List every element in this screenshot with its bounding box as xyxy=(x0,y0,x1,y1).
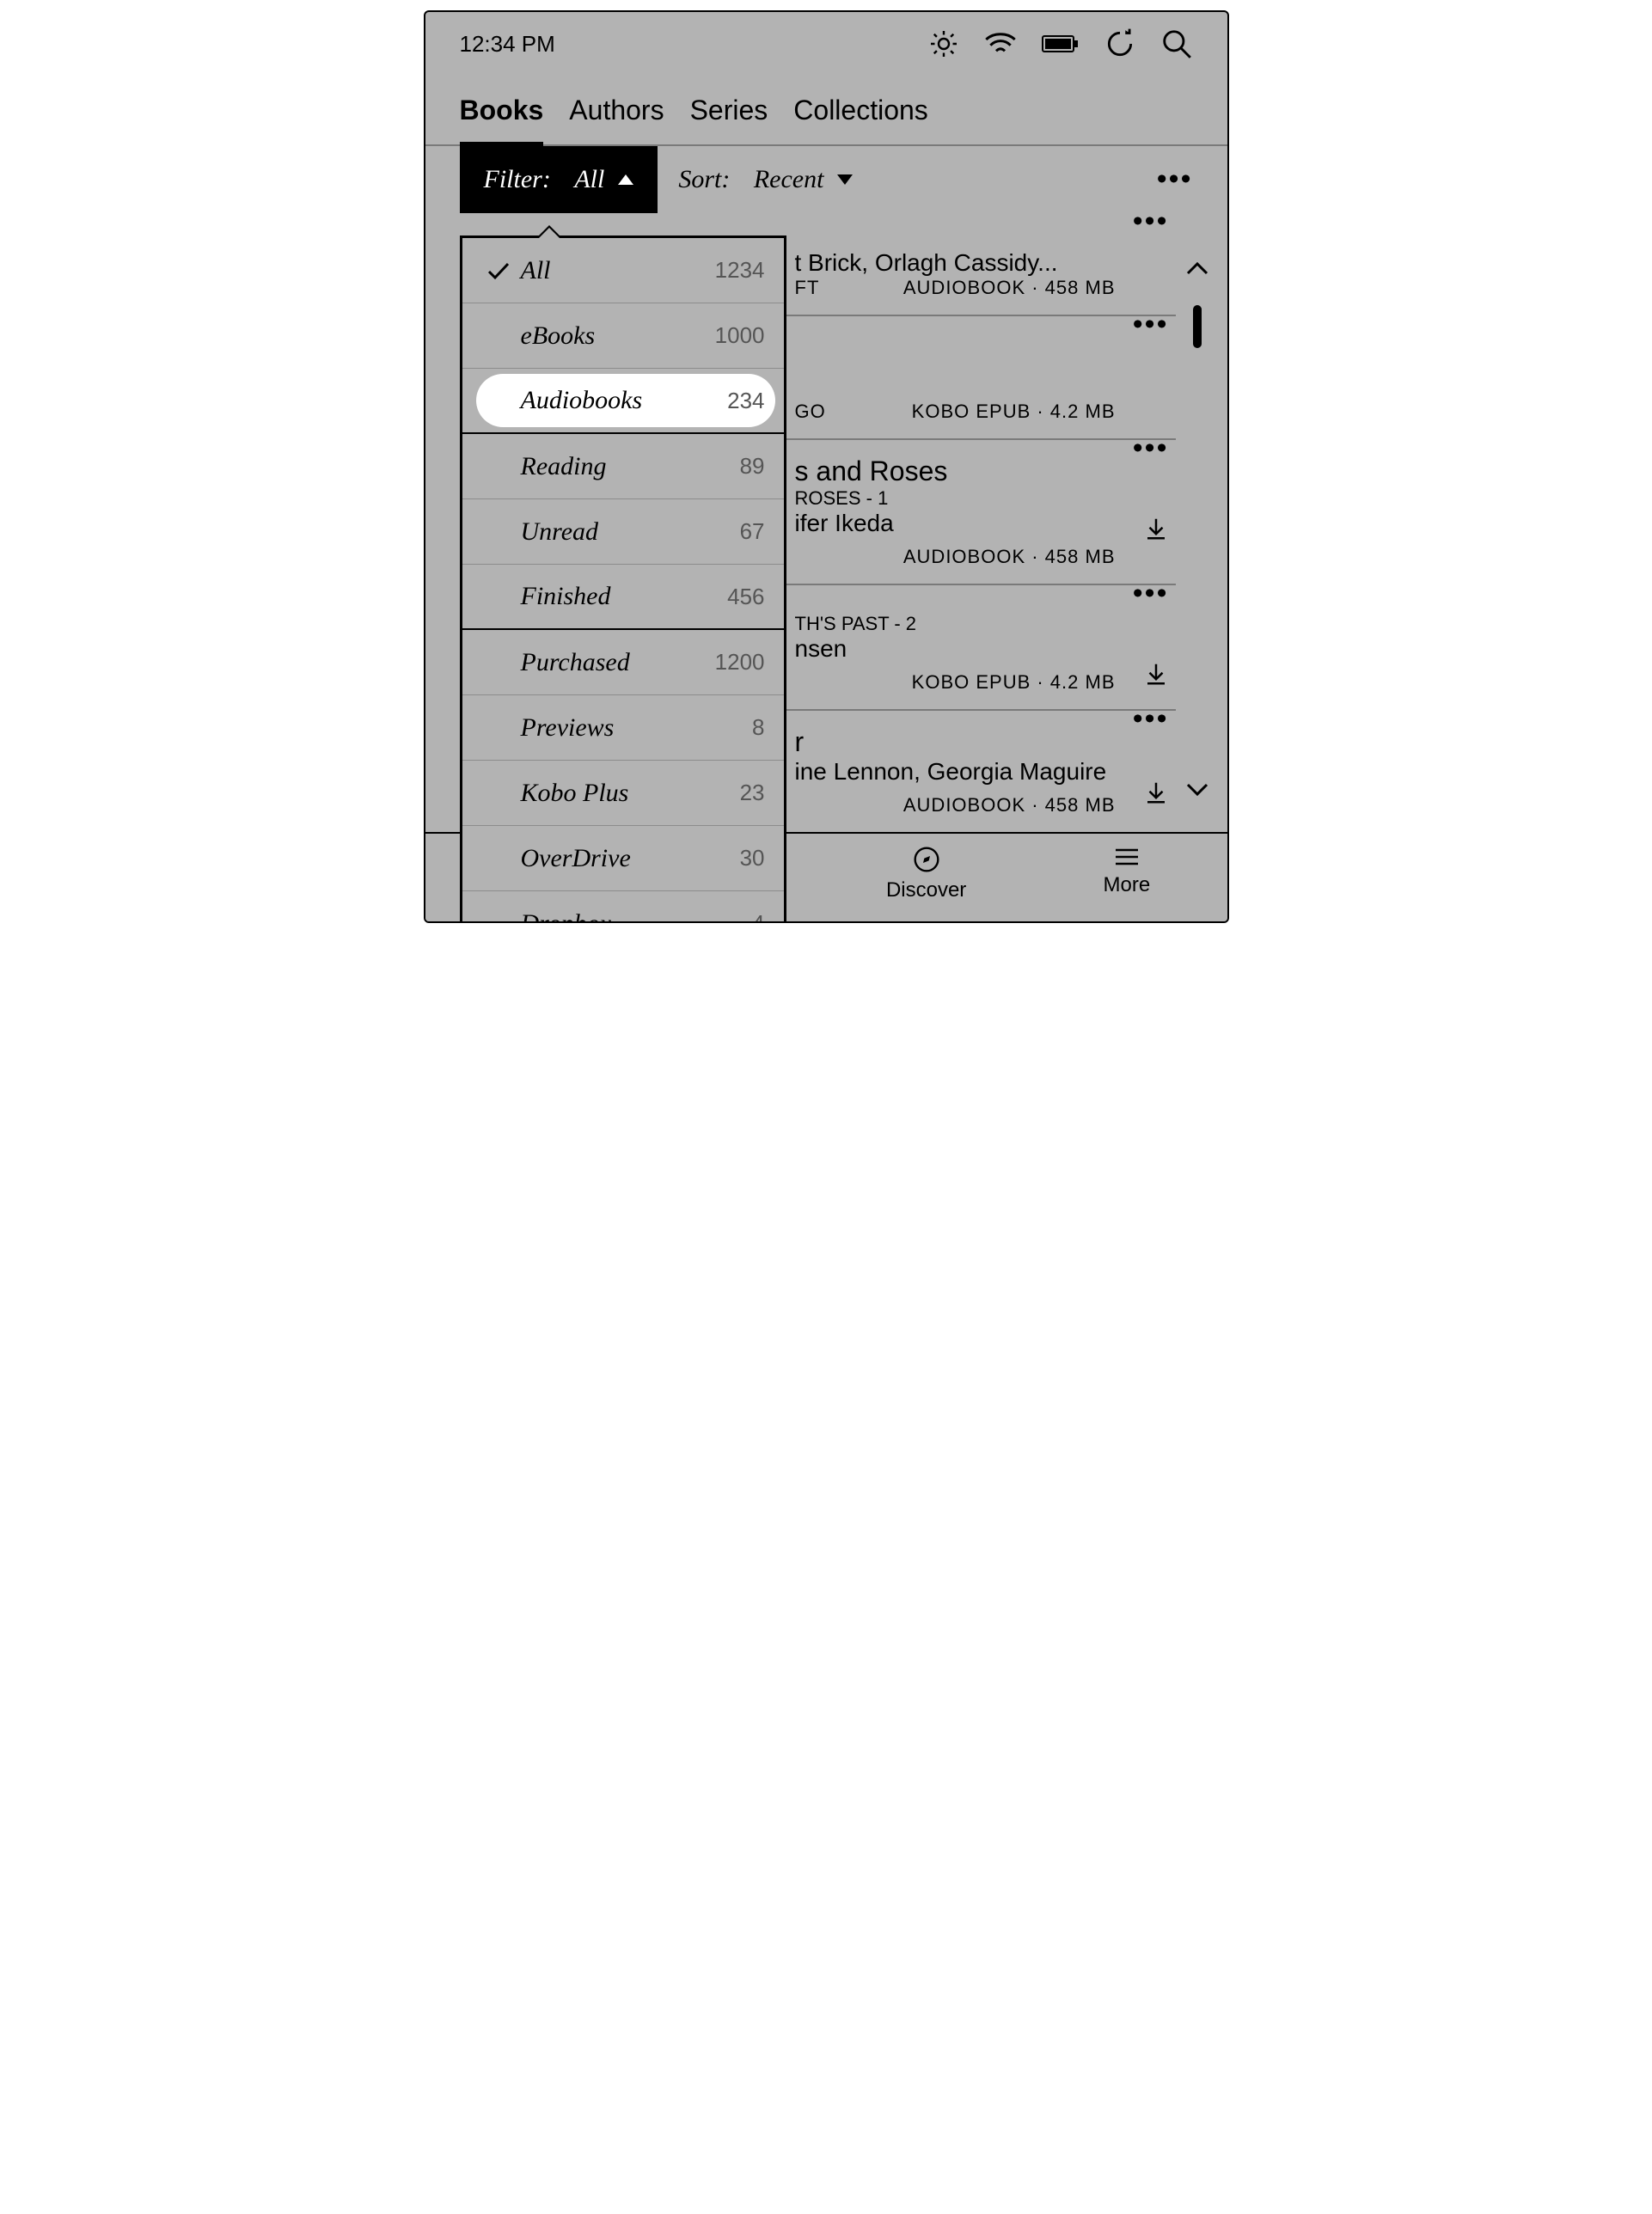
filter-option-unread[interactable]: Unread67 xyxy=(462,499,784,565)
filter-option-label: Purchased xyxy=(516,648,715,677)
book-left-meta: FT xyxy=(795,277,820,299)
search-icon[interactable] xyxy=(1160,28,1193,60)
row-more-button[interactable]: ••• xyxy=(1133,590,1169,597)
chevron-up-icon xyxy=(618,174,633,185)
nav-label: More xyxy=(1104,873,1151,897)
filter-label-prefix: Filter: xyxy=(484,165,551,194)
chevron-up-icon[interactable] xyxy=(1186,261,1208,279)
filter-option-count: 4 xyxy=(752,910,764,923)
download-icon[interactable] xyxy=(1143,661,1169,691)
filter-option-label: Finished xyxy=(516,582,728,611)
filter-option-count: 1200 xyxy=(715,649,765,676)
brightness-icon[interactable] xyxy=(928,28,959,59)
toolbar-more-button[interactable]: ••• xyxy=(1157,175,1193,184)
filter-option-label: OverDrive xyxy=(516,844,740,873)
sort-label-prefix: Sort: xyxy=(678,165,730,194)
filter-option-audiobooks[interactable]: Audiobooks234 xyxy=(462,369,784,434)
filter-option-count: 456 xyxy=(727,584,764,610)
row-more-button[interactable]: ••• xyxy=(1133,445,1169,452)
tab-authors[interactable]: Authors xyxy=(569,95,664,144)
filter-option-count: 23 xyxy=(740,780,765,806)
chevron-down-icon[interactable] xyxy=(1186,783,1208,801)
status-time: 12:34 PM xyxy=(460,31,555,58)
row-more-button[interactable]: ••• xyxy=(1133,321,1169,328)
scroll-thumb[interactable] xyxy=(1193,305,1202,348)
book-title: s and Roses xyxy=(795,456,1176,487)
sort-label-value: Recent xyxy=(754,165,824,194)
status-bar: 12:34 PM xyxy=(425,12,1227,69)
filter-option-count: 67 xyxy=(740,518,765,545)
filter-option-count: 30 xyxy=(740,845,765,872)
book-narrators: ifer Ikeda xyxy=(795,510,1176,537)
filter-button[interactable]: Filter: All xyxy=(460,146,658,213)
status-icons xyxy=(928,28,1193,60)
filter-option-count: 89 xyxy=(740,453,765,480)
nav-label: Discover xyxy=(886,878,966,902)
filter-option-dropbox[interactable]: Dropbox4 xyxy=(462,891,784,923)
filter-option-all[interactable]: All1234 xyxy=(462,238,784,303)
chevron-down-icon xyxy=(837,174,853,185)
filter-option-count: 1000 xyxy=(715,322,765,349)
filter-option-label: Previews xyxy=(516,713,753,743)
list-scrollbar[interactable] xyxy=(1184,261,1210,801)
filter-option-label: eBooks xyxy=(516,321,715,351)
book-narrators: ine Lennon, Georgia Maguire xyxy=(795,758,1176,786)
book-right-meta: KOBO EPUB · 4.2 MB xyxy=(912,401,1116,423)
filter-option-label: Audiobooks xyxy=(516,386,728,415)
book-series: TH'S PAST - 2 xyxy=(795,613,1176,635)
filter-option-count: 1234 xyxy=(715,257,765,284)
filter-dropdown: All1234eBooks1000Audiobooks234Reading89U… xyxy=(460,235,786,923)
tab-books[interactable]: Books xyxy=(460,95,544,146)
list-toolbar: Filter: All Sort: Recent ••• xyxy=(425,146,1227,213)
filter-option-overdrive[interactable]: OverDrive30 xyxy=(462,826,784,891)
book-title: r xyxy=(795,726,1176,758)
filter-label-value: All xyxy=(574,165,604,194)
filter-option-label: Reading xyxy=(516,452,740,481)
filter-option-reading[interactable]: Reading89 xyxy=(462,434,784,499)
filter-option-label: Dropbox xyxy=(516,909,753,924)
filter-option-kobo-plus[interactable]: Kobo Plus23 xyxy=(462,761,784,826)
filter-option-label: Unread xyxy=(516,517,740,547)
filter-option-ebooks[interactable]: eBooks1000 xyxy=(462,303,784,369)
book-left-meta: GO xyxy=(795,401,826,423)
filter-option-label: All xyxy=(516,256,715,285)
filter-option-previews[interactable]: Previews8 xyxy=(462,695,784,761)
book-right-meta: KOBO EPUB · 4.2 MB xyxy=(795,671,1176,694)
nav-more[interactable]: More xyxy=(1026,834,1227,921)
download-icon[interactable] xyxy=(1143,516,1169,546)
book-narrators: t Brick, Orlagh Cassidy... xyxy=(795,249,1176,277)
compass-icon xyxy=(913,846,940,873)
view-tabs: Books Authors Series Collections xyxy=(425,69,1227,146)
battery-icon[interactable] xyxy=(1042,34,1080,54)
book-narrators: nsen xyxy=(795,635,1176,663)
filter-option-label: Kobo Plus xyxy=(516,779,740,808)
nav-discover[interactable]: Discover xyxy=(826,834,1026,921)
filter-option-finished[interactable]: Finished456 xyxy=(462,565,784,630)
sort-button[interactable]: Sort: Recent xyxy=(658,146,873,213)
filter-option-purchased[interactable]: Purchased1200 xyxy=(462,630,784,695)
download-icon[interactable] xyxy=(1143,780,1169,810)
device-frame: 12:34 PM xyxy=(424,10,1229,923)
book-right-meta: AUDIOBOOK · 458 MB xyxy=(903,277,1116,299)
row-more-button[interactable]: ••• xyxy=(1133,716,1169,723)
sync-icon[interactable] xyxy=(1104,28,1136,60)
tab-collections[interactable]: Collections xyxy=(793,95,928,144)
check-icon xyxy=(481,261,516,280)
filter-option-count: 234 xyxy=(727,388,764,414)
book-right-meta: AUDIOBOOK · 458 MB xyxy=(795,546,1176,568)
wifi-icon[interactable] xyxy=(983,31,1018,57)
tab-series[interactable]: Series xyxy=(690,95,768,144)
book-right-meta: AUDIOBOOK · 458 MB xyxy=(795,794,1176,816)
book-series: ROSES - 1 xyxy=(795,487,1176,510)
row-more-button[interactable]: ••• xyxy=(1133,218,1169,225)
filter-option-count: 8 xyxy=(752,714,764,741)
menu-icon xyxy=(1112,846,1141,868)
